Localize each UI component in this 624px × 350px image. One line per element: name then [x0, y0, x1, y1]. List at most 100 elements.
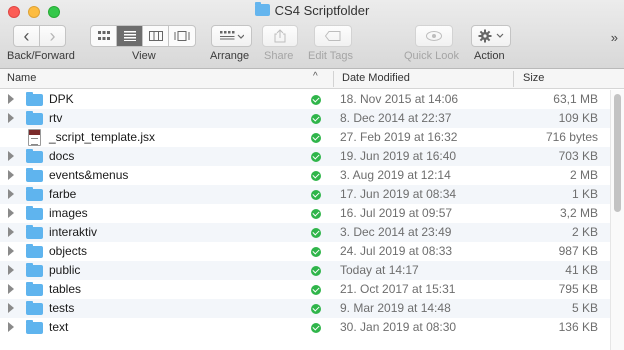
- finder-window: CS4 Scriptfolder ‹ › Back/Forward View A…: [0, 0, 624, 350]
- columns-icon: [148, 31, 163, 41]
- list-view-button[interactable]: [117, 26, 143, 46]
- file-list: DPK 18. Nov 2015 at 14:06 63,1 MB rtv 8. Dec…: [0, 90, 610, 350]
- file-row[interactable]: tables 21. Oct 2017 at 15:31 795 KB: [0, 280, 610, 299]
- file-name: docs: [49, 149, 75, 163]
- name-column-header[interactable]: Name: [7, 72, 36, 84]
- folder-icon: [26, 263, 43, 277]
- file-row[interactable]: objects 24. Jul 2019 at 08:33 987 KB: [0, 242, 610, 261]
- action-button[interactable]: [471, 25, 511, 47]
- date-modified: 30. Jan 2019 at 08:30: [340, 320, 457, 334]
- sync-status-icon: [311, 247, 321, 257]
- forward-button[interactable]: ›: [39, 25, 66, 47]
- date-modified: 17. Jun 2019 at 08:34: [340, 187, 457, 201]
- sort-ascending-icon: ^: [313, 71, 318, 82]
- file-size: 41 KB: [565, 263, 598, 277]
- folder-icon: [26, 149, 43, 163]
- file-row[interactable]: tests 9. Mar 2019 at 14:48 5 KB: [0, 299, 610, 318]
- edit-tags-button[interactable]: [314, 25, 352, 47]
- folder-icon: [26, 301, 43, 315]
- disclosure-triangle-icon[interactable]: [8, 284, 14, 294]
- folder-icon: [254, 2, 270, 16]
- file-row[interactable]: public Today at 14:17 41 KB: [0, 261, 610, 280]
- file-name: images: [49, 206, 88, 220]
- sync-status-icon: [311, 209, 321, 219]
- quick-look-button[interactable]: [415, 25, 453, 47]
- folder-icon: [26, 168, 43, 182]
- disclosure-triangle-icon[interactable]: [8, 170, 14, 180]
- file-row[interactable]: _script_template.jsx 27. Feb 2019 at 16:3…: [0, 128, 610, 147]
- eye-icon: [426, 31, 442, 41]
- date-modified-column-header[interactable]: Date Modified: [342, 72, 410, 84]
- vertical-scrollbar[interactable]: [610, 90, 624, 350]
- file-row[interactable]: text 30. Jan 2019 at 08:30 136 KB: [0, 318, 610, 337]
- file-row[interactable]: DPK 18. Nov 2015 at 14:06 63,1 MB: [0, 90, 610, 109]
- window-title: CS4 Scriptfolder: [0, 2, 624, 18]
- file-name: objects: [49, 244, 88, 258]
- disclosure-triangle-icon[interactable]: [8, 113, 14, 123]
- toolbar-overflow-button[interactable]: »: [611, 30, 618, 45]
- column-divider[interactable]: [333, 71, 334, 87]
- disclosure-triangle-icon[interactable]: [8, 246, 14, 256]
- gallery-view-button[interactable]: [169, 26, 195, 46]
- date-modified: 9. Mar 2019 at 14:48: [340, 301, 451, 315]
- back-button[interactable]: ‹: [13, 25, 40, 47]
- folder-icon: [26, 225, 43, 239]
- disclosure-triangle-icon[interactable]: [8, 208, 14, 218]
- arrange-button[interactable]: [211, 25, 252, 47]
- folder-icon: [26, 282, 43, 296]
- sync-status-icon: [311, 228, 321, 238]
- disclosure-triangle-icon[interactable]: [8, 322, 14, 332]
- quick-look-label: Quick Look: [404, 50, 460, 62]
- sync-status-icon: [311, 190, 321, 200]
- disclosure-triangle-icon[interactable]: [8, 303, 14, 313]
- sync-status-icon: [311, 95, 321, 105]
- date-modified: 3. Dec 2014 at 23:49: [340, 225, 452, 239]
- file-size: 5 KB: [571, 301, 598, 315]
- sync-status-icon: [311, 114, 321, 124]
- tag-icon: [325, 31, 341, 41]
- file-row[interactable]: farbe 17. Jun 2019 at 08:34 1 KB: [0, 185, 610, 204]
- list-icon: [123, 31, 136, 41]
- file-row[interactable]: images 16. Jul 2019 at 09:57 3,2 MB: [0, 204, 610, 223]
- disclosure-triangle-icon[interactable]: [8, 227, 14, 237]
- column-view-button[interactable]: [143, 26, 169, 46]
- arrange-label: Arrange: [210, 50, 250, 62]
- file-size: 109 KB: [558, 111, 598, 125]
- file-size: 136 KB: [558, 320, 598, 334]
- share-button[interactable]: [262, 25, 298, 47]
- window-title-text: CS4 Scriptfolder: [274, 3, 370, 18]
- icon-view-button[interactable]: [91, 26, 117, 46]
- file-row[interactable]: interaktiv 3. Dec 2014 at 23:49 2 KB: [0, 223, 610, 242]
- edit-tags-label: Edit Tags: [308, 50, 354, 62]
- disclosure-triangle-icon[interactable]: [8, 189, 14, 199]
- disclosure-triangle-icon[interactable]: [8, 94, 14, 104]
- file-size: 1 KB: [571, 187, 598, 201]
- file-row[interactable]: events&menus 3. Aug 2019 at 12:14 2 MB: [0, 166, 610, 185]
- chevron-right-icon: ›: [49, 26, 56, 46]
- script-file-icon: [28, 129, 41, 146]
- back-forward-label: Back/Forward: [7, 50, 75, 62]
- column-divider[interactable]: [513, 71, 514, 87]
- file-row[interactable]: rtv 8. Dec 2014 at 22:37 109 KB: [0, 109, 610, 128]
- arrange-grid-icon: [219, 31, 244, 40]
- file-size: 63,1 MB: [553, 92, 598, 106]
- file-name: public: [49, 263, 81, 277]
- toolbar: CS4 Scriptfolder ‹ › Back/Forward View A…: [0, 0, 624, 69]
- folder-icon: [26, 206, 43, 220]
- sync-status-icon: [311, 152, 321, 162]
- disclosure-triangle-icon[interactable]: [8, 151, 14, 161]
- scrollbar-thumb[interactable]: [614, 94, 621, 212]
- file-name: interaktiv: [49, 225, 98, 239]
- sync-status-icon: [311, 304, 321, 314]
- file-name: tables: [49, 282, 82, 296]
- file-row[interactable]: docs 19. Jun 2019 at 16:40 703 KB: [0, 147, 610, 166]
- date-modified: Today at 14:17: [340, 263, 419, 277]
- date-modified: 24. Jul 2019 at 08:33: [340, 244, 453, 258]
- disclosure-triangle-icon[interactable]: [8, 265, 14, 275]
- file-size: 2 KB: [571, 225, 598, 239]
- sync-status-icon: [311, 323, 321, 333]
- size-column-header[interactable]: Size: [523, 72, 544, 84]
- file-name: events&menus: [49, 168, 129, 182]
- file-name: tests: [49, 301, 75, 315]
- sync-status-icon: [311, 285, 321, 295]
